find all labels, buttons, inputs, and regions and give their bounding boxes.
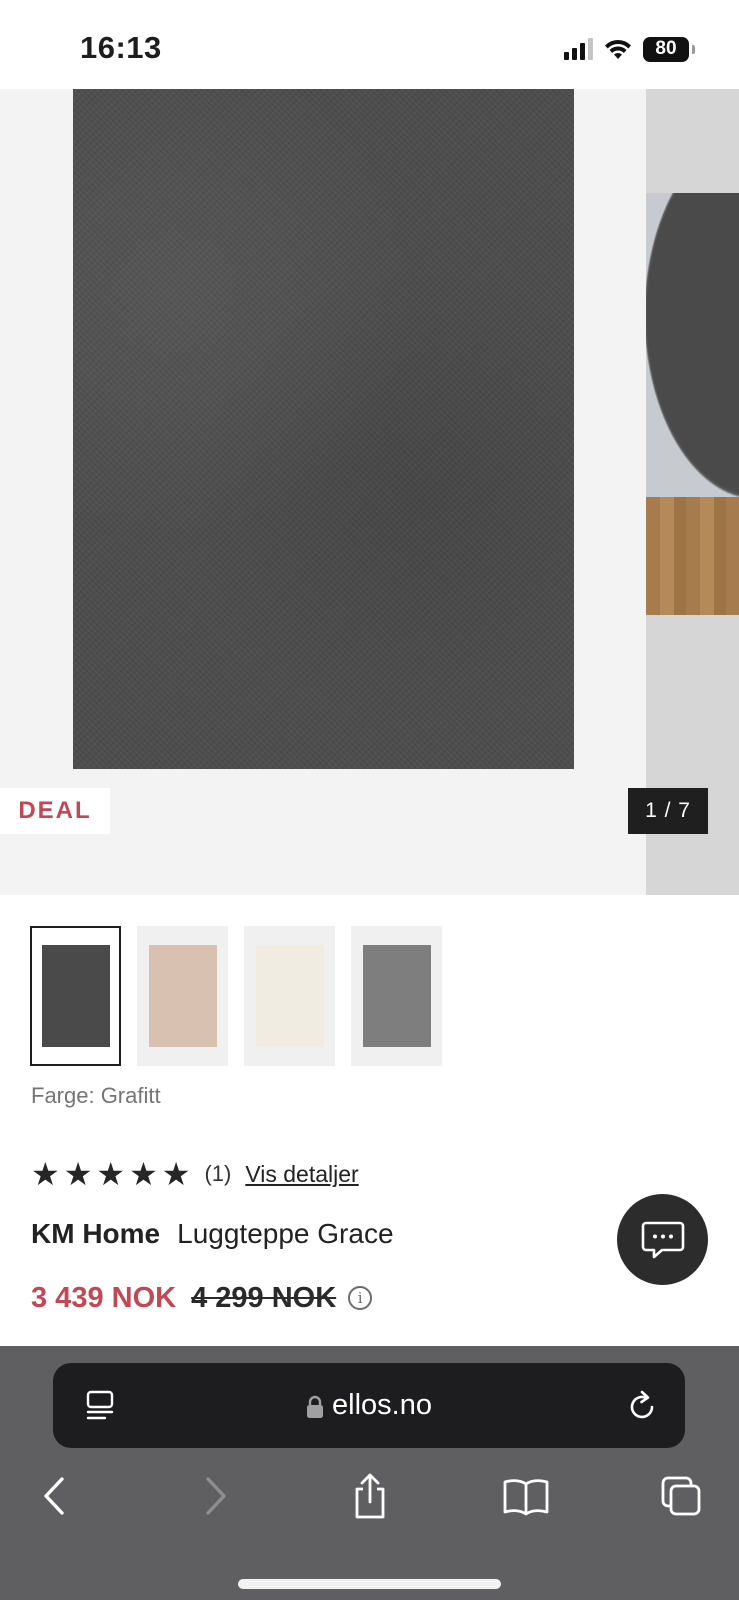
url-display[interactable]: ellos.no [53, 1363, 685, 1448]
rating-row: ★ ★ ★ ★ ★ (1) Vis detaljer [31, 1156, 359, 1192]
chat-icon [641, 1221, 684, 1258]
home-indicator [238, 1579, 501, 1589]
status-bar: 16:13 80 [0, 0, 739, 89]
next-slide-preview[interactable] [646, 89, 739, 895]
review-count: (1) [204, 1161, 232, 1186]
current-price: 3 439 NOK [31, 1281, 177, 1314]
url-text: ellos.no [332, 1389, 432, 1421]
star-icon: ★ [96, 1156, 126, 1192]
view-details-link[interactable]: Vis detaljer [245, 1161, 358, 1188]
color-label: Farge: Grafitt [31, 1083, 161, 1108]
thumbnail-grey[interactable] [351, 926, 442, 1066]
cellular-signal-icon [564, 38, 593, 60]
star-icon: ★ [129, 1156, 158, 1192]
product-gallery[interactable]: DEAL 1 / 7 [0, 89, 739, 895]
product-title: Luggteppe Grace [177, 1218, 394, 1249]
next-slide-image [646, 193, 739, 497]
status-time: 16:13 [80, 30, 162, 65]
deal-badge: DEAL [0, 788, 110, 834]
chat-button[interactable] [617, 1194, 708, 1285]
original-price: 4 299 NOK [191, 1281, 337, 1314]
browser-toolbar: ellos.no [0, 1346, 739, 1600]
slide-counter: 1 / 7 [628, 788, 708, 834]
product-name: KM Home Luggteppe Grace [31, 1218, 394, 1250]
star-icon: ★ [31, 1156, 60, 1192]
bookmarks-icon [503, 1479, 549, 1516]
star-icon: ★ [161, 1156, 191, 1192]
battery-level: 80 [655, 38, 677, 59]
address-bar[interactable]: ellos.no [53, 1363, 685, 1448]
bookmarks-button[interactable] [496, 1466, 556, 1526]
thumbnail-image [148, 945, 217, 1047]
back-button[interactable] [25, 1466, 85, 1526]
back-icon [44, 1477, 64, 1515]
thumbnail-image [41, 945, 110, 1047]
next-slide-floor [646, 497, 739, 615]
price-row: 3 439 NOK 4 299 NOK i [31, 1278, 373, 1318]
color-variant-thumbnails [30, 926, 442, 1066]
thumbnail-cream[interactable] [244, 926, 335, 1066]
battery-icon: 80 [643, 36, 695, 62]
tabs-icon [661, 1476, 701, 1516]
share-button[interactable] [340, 1466, 400, 1526]
thumbnail-beige[interactable] [137, 926, 228, 1066]
reload-icon[interactable] [625, 1389, 659, 1423]
tabs-button[interactable] [651, 1466, 711, 1526]
lock-icon [307, 1395, 324, 1418]
info-icon[interactable]: i [348, 1286, 373, 1310]
forward-icon [206, 1477, 226, 1515]
product-brand: KM Home [31, 1218, 161, 1249]
browser-nav-row [0, 1466, 739, 1546]
thumbnail-image [255, 945, 324, 1047]
share-icon [355, 1473, 385, 1519]
product-image[interactable] [73, 89, 574, 769]
rating-stars: ★ ★ ★ ★ ★ [31, 1158, 190, 1190]
wifi-icon [605, 39, 631, 59]
star-icon: ★ [63, 1156, 93, 1192]
status-icons: 80 [564, 34, 695, 64]
thumbnail-grafitt[interactable] [30, 926, 121, 1066]
thumbnail-image [362, 945, 431, 1047]
forward-button[interactable] [185, 1466, 245, 1526]
